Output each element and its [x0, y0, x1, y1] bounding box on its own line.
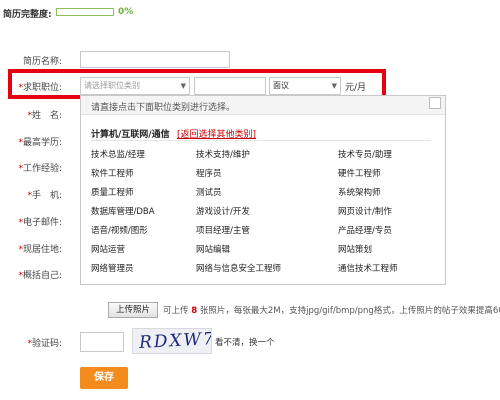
- job-option[interactable]: 网络管理员: [91, 262, 134, 274]
- save-button[interactable]: 保存: [80, 367, 128, 389]
- intro-label: 概括自己:: [22, 271, 62, 281]
- job-option[interactable]: 项目经理/主管: [196, 224, 250, 236]
- captcha-label: 验证码:: [31, 339, 62, 349]
- completeness-bar: [56, 8, 114, 16]
- name-label-wrap: *姓 名:: [4, 108, 62, 121]
- phone-label: 手 机:: [31, 191, 62, 201]
- job-option[interactable]: 产品经理/专员: [338, 224, 392, 236]
- job-option[interactable]: 数据库管理/DBA: [91, 205, 155, 217]
- phone-label-wrap: *手 机:: [4, 188, 62, 201]
- job-category-popup: 请直接点击下面职位类别进行选择。 计算机/互联网/通信 [返回选择其他类别] 技…: [80, 95, 446, 285]
- photo-hint-prefix: 可上传: [163, 306, 189, 316]
- experience-label-wrap: *工作经验:: [4, 161, 62, 174]
- captcha-input[interactable]: [80, 332, 124, 352]
- photo-hint-suffix: 张照片，每张最大2M，支持jpg/gif/bmp/png格式，上传照片的帖子效果…: [199, 306, 500, 316]
- experience-label: 工作经验:: [22, 164, 62, 174]
- popup-instruction: 请直接点击下面职位类别进行选择。: [91, 103, 236, 113]
- captcha-text: RDXW7: [138, 329, 212, 353]
- photo-hint-count: 8: [191, 306, 198, 316]
- resume-name-input[interactable]: [80, 51, 230, 68]
- email-label: 电子邮件:: [22, 218, 62, 228]
- job-option[interactable]: 网页设计/制作: [338, 205, 392, 217]
- job-option[interactable]: 技术支持/维护: [196, 148, 250, 160]
- job-option[interactable]: 语音/视频/图形: [91, 224, 148, 236]
- location-label: 现居住地:: [22, 245, 62, 255]
- upload-photo-button[interactable]: 上传照片: [108, 302, 158, 318]
- refresh-captcha-link[interactable]: 看不清，换一个: [215, 336, 275, 348]
- job-option[interactable]: 通信技术工程师: [338, 262, 398, 274]
- location-label-wrap: *现居住地:: [4, 242, 62, 255]
- intro-label-wrap: *概括自己:: [4, 268, 62, 281]
- email-label-wrap: *电子邮件:: [4, 215, 62, 228]
- close-icon[interactable]: [429, 97, 441, 109]
- captcha-image[interactable]: RDXW7: [132, 328, 212, 354]
- education-label-wrap: *最高学历:: [4, 135, 62, 148]
- job-option[interactable]: 软件工程师: [91, 167, 134, 179]
- completeness-value: 0%: [118, 7, 134, 17]
- job-option[interactable]: 质量工程师: [91, 186, 134, 198]
- photo-hint: 可上传 8 张照片，每张最大2M，支持jpg/gif/bmp/png格式，上传照…: [163, 304, 500, 316]
- job-option[interactable]: 网站策划: [338, 243, 372, 255]
- job-option[interactable]: 程序员: [196, 167, 222, 179]
- job-option[interactable]: 网站编辑: [196, 243, 230, 255]
- job-option[interactable]: 硬件工程师: [338, 167, 381, 179]
- job-option[interactable]: 系统架构师: [338, 186, 381, 198]
- job-option[interactable]: 网络与信息安全工程师: [196, 262, 281, 274]
- popup-divider: [91, 140, 431, 141]
- category-title: 计算机/互联网/通信: [91, 130, 170, 140]
- completeness-label: 简历完整度:: [3, 10, 52, 20]
- job-option[interactable]: 技术专员/助理: [338, 148, 392, 160]
- popup-header: 请直接点击下面职位类别进行选择。: [81, 96, 445, 115]
- resume-name-label: 简历名称:: [22, 57, 62, 67]
- back-to-categories-link[interactable]: [返回选择其他类别]: [177, 127, 256, 140]
- job-option[interactable]: 技术总监/经理: [91, 148, 145, 160]
- job-option[interactable]: 网站运营: [91, 243, 125, 255]
- education-label: 最高学历:: [22, 138, 62, 148]
- job-option[interactable]: 测试员: [196, 186, 222, 198]
- job-option[interactable]: 游戏设计/开发: [196, 205, 250, 217]
- captcha-label-wrap: *验证码:: [4, 336, 62, 349]
- name-label: 姓 名:: [31, 111, 62, 121]
